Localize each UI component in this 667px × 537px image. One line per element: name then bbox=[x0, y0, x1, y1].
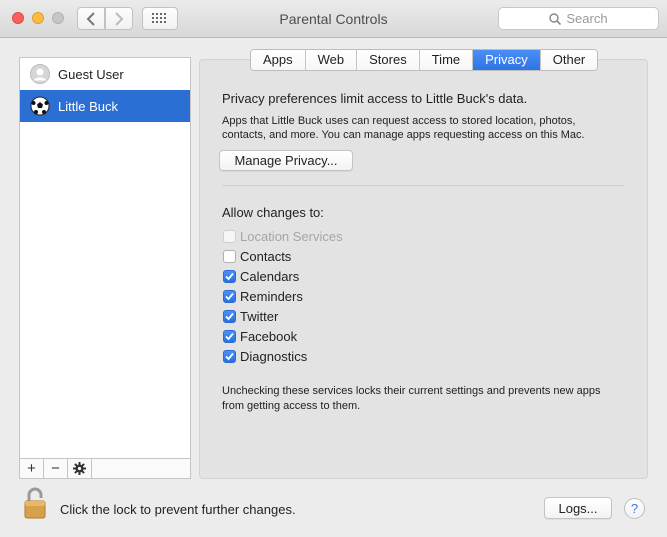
privacy-description: Apps that Little Buck uses can request a… bbox=[222, 115, 585, 141]
person-silhouette-icon bbox=[30, 64, 50, 84]
tab-stores[interactable]: Stores bbox=[357, 50, 420, 70]
tab-bar: Apps Web Stores Time Privacy Other bbox=[250, 49, 599, 71]
add-user-button[interactable]: + bbox=[20, 459, 44, 478]
lock-status-text: Click the lock to prevent further change… bbox=[60, 502, 296, 517]
checkbox-box[interactable] bbox=[223, 329, 236, 343]
gear-icon bbox=[73, 462, 86, 475]
checkbox-label: Contacts bbox=[240, 248, 292, 264]
search-placeholder: Search bbox=[566, 11, 608, 26]
actions-menu-button[interactable] bbox=[68, 459, 92, 478]
user-row-little-buck[interactable]: Little Buck bbox=[20, 90, 190, 122]
checkbox-label: Diagnostics bbox=[240, 348, 308, 364]
privacy-heading: Privacy preferences limit access to Litt… bbox=[222, 91, 528, 106]
tab-privacy[interactable]: Privacy bbox=[473, 50, 541, 70]
checkbox-box[interactable] bbox=[223, 249, 236, 263]
checkbox-diagnostics[interactable]: Diagnostics bbox=[223, 346, 343, 366]
manage-privacy-button[interactable]: Manage Privacy... bbox=[219, 150, 353, 171]
checkbox-location-services[interactable]: Location Services bbox=[223, 226, 343, 246]
checkbox-facebook[interactable]: Facebook bbox=[223, 326, 343, 346]
user-list-toolbar: + − bbox=[19, 458, 191, 479]
title-bar: Parental Controls Search bbox=[0, 0, 667, 38]
checkmark-icon bbox=[225, 292, 234, 300]
service-checkbox-list: Location Services Contacts Calendars Rem… bbox=[223, 226, 343, 366]
checkbox-label: Twitter bbox=[240, 308, 279, 324]
checkbox-reminders[interactable]: Reminders bbox=[223, 286, 343, 306]
checkbox-twitter[interactable]: Twitter bbox=[223, 306, 343, 326]
logs-button[interactable]: Logs... bbox=[544, 497, 612, 519]
tab-apps[interactable]: Apps bbox=[251, 50, 306, 70]
checkmark-icon bbox=[225, 332, 234, 340]
tab-time[interactable]: Time bbox=[419, 50, 474, 70]
checkbox-box[interactable] bbox=[223, 349, 236, 363]
checkbox-box[interactable] bbox=[223, 289, 236, 303]
soccer-ball-icon bbox=[30, 96, 50, 116]
checkbox-label: Facebook bbox=[240, 328, 298, 344]
tab-web[interactable]: Web bbox=[305, 50, 358, 70]
lock-icon[interactable] bbox=[22, 486, 48, 525]
user-list: Guest User Little Buck bbox=[19, 57, 191, 459]
checkmark-icon bbox=[225, 352, 234, 360]
help-button[interactable]: ? bbox=[624, 498, 645, 519]
checkbox-box[interactable] bbox=[223, 269, 236, 283]
remove-user-button[interactable]: − bbox=[44, 459, 68, 478]
user-name: Guest User bbox=[58, 66, 124, 82]
tab-other[interactable]: Other bbox=[540, 50, 598, 70]
checkbox-calendars[interactable]: Calendars bbox=[223, 266, 343, 286]
user-row-guest-user[interactable]: Guest User bbox=[20, 58, 190, 90]
search-icon bbox=[549, 12, 562, 25]
search-field[interactable]: Search bbox=[498, 7, 659, 30]
checkbox-label: Calendars bbox=[240, 268, 300, 284]
allow-changes-label: Allow changes to: bbox=[222, 205, 324, 220]
checkbox-box[interactable] bbox=[223, 229, 236, 243]
checkmark-icon bbox=[225, 312, 234, 320]
user-name: Little Buck bbox=[58, 98, 118, 114]
checkbox-contacts[interactable]: Contacts bbox=[223, 246, 343, 266]
divider bbox=[222, 185, 624, 186]
checkbox-label: Reminders bbox=[240, 288, 303, 304]
privacy-footnote: Unchecking these services locks their cu… bbox=[222, 385, 601, 412]
checkbox-box[interactable] bbox=[223, 309, 236, 323]
checkmark-icon bbox=[225, 272, 234, 280]
checkbox-label: Location Services bbox=[240, 228, 343, 244]
